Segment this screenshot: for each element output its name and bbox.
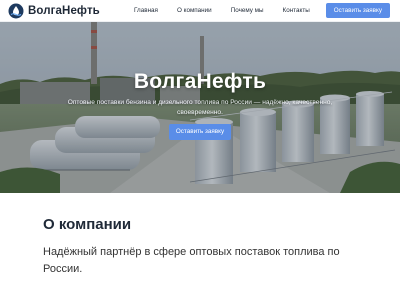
hero-subtitle: Оптовые поставки бензина и дизельного то… bbox=[67, 99, 333, 116]
nav-link-why-us[interactable]: Почему мы bbox=[231, 7, 264, 14]
about-section: О компании Надёжный партнёр в сфере опто… bbox=[0, 193, 400, 281]
hero-title: ВолгаНефть bbox=[133, 70, 267, 93]
main-nav: Главная О компании Почему мы Контакты Ос… bbox=[134, 3, 390, 18]
about-text: Надёжный партнёр в сфере оптовых поставо… bbox=[43, 246, 340, 275]
nav-link-contacts[interactable]: Контакты bbox=[283, 7, 310, 14]
logo[interactable]: ВолгаНефть bbox=[8, 3, 100, 19]
about-title: О компании bbox=[43, 216, 132, 233]
hero-request-button[interactable]: Оставить заявку bbox=[169, 124, 231, 140]
hero-section: ВолгаНефть Оптовые поставки бензина и ди… bbox=[0, 22, 400, 193]
nav-link-about[interactable]: О компании bbox=[177, 7, 212, 14]
hero-content: ВолгаНефть Оптовые поставки бензина и ди… bbox=[0, 22, 400, 193]
brand-name: ВолгаНефть bbox=[28, 4, 100, 17]
nav-link-home[interactable]: Главная bbox=[134, 7, 158, 14]
header-request-button[interactable]: Оставить заявку bbox=[325, 3, 390, 18]
oil-drop-logo-icon bbox=[8, 3, 24, 18]
site-header: ВолгаНефть Главная О компании Почему мы … bbox=[0, 0, 400, 22]
